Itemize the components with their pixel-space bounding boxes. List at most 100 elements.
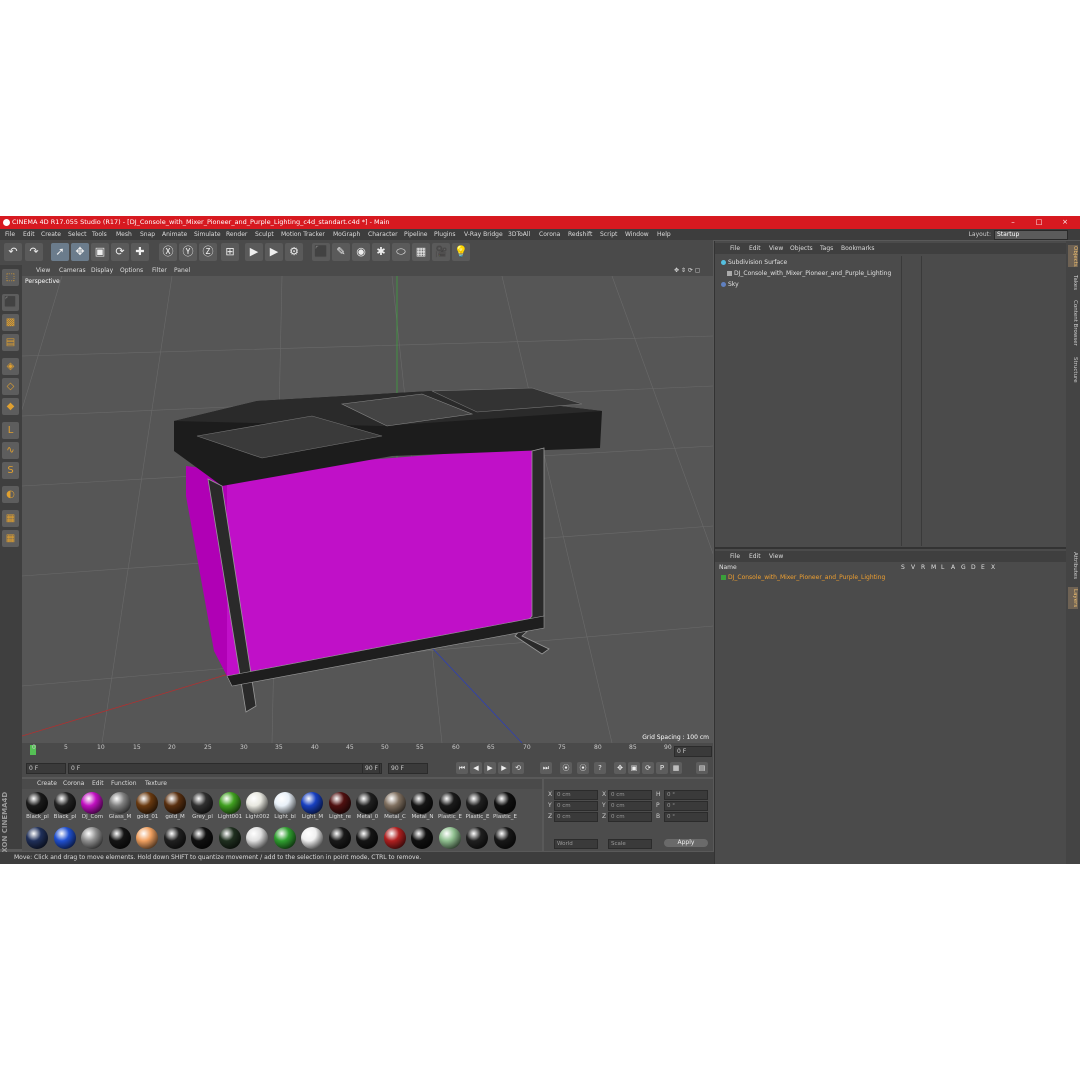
y-axis-icon[interactable]: Ⓨ (179, 243, 197, 261)
z-axis-icon[interactable]: Ⓩ (199, 243, 217, 261)
key-rotation-icon[interactable]: ⟳ (642, 762, 654, 774)
layer-menu-view[interactable]: View (769, 551, 783, 562)
redo-icon[interactable]: ↷ (25, 243, 43, 261)
floor-icon[interactable]: ▦ (412, 243, 430, 261)
size-z-field[interactable]: 0 cm (608, 812, 652, 822)
cube-icon[interactable]: ⬛ (312, 243, 330, 261)
workplane-icon[interactable]: ▤ (2, 334, 19, 351)
camera-icon[interactable]: 🎥 (432, 243, 450, 261)
menu-redshift[interactable]: Redshift (568, 229, 592, 240)
maximize-icon[interactable]: □ (1028, 216, 1050, 229)
material-swatch[interactable]: Light_re (327, 791, 354, 824)
obj-menu-objects[interactable]: Objects (790, 243, 813, 254)
preview-range-slider[interactable]: 0 F (68, 763, 382, 774)
key-param-icon[interactable]: P (656, 762, 668, 774)
record-keys-icon[interactable]: ⦿ (560, 762, 572, 774)
material-swatch[interactable]: Light002 (244, 791, 271, 824)
material-swatch[interactable]: Metal_0 (354, 791, 381, 824)
menu-tools[interactable]: Tools (92, 229, 107, 240)
menu-plugins[interactable]: Plugins (434, 229, 456, 240)
menu-render[interactable]: Render (226, 229, 247, 240)
polygons-mode-icon[interactable]: ◆ (2, 398, 19, 415)
workplane-lock-icon[interactable]: ▦ (2, 510, 19, 527)
menu-motion-tracker[interactable]: Motion Tracker (281, 229, 325, 240)
obj-menu-bookmarks[interactable]: Bookmarks (841, 243, 875, 254)
edges-mode-icon[interactable]: ◇ (2, 378, 19, 395)
tweak-mode-icon[interactable]: ∿ (2, 442, 19, 459)
material-swatch[interactable]: Light_M (299, 791, 326, 824)
undo-icon[interactable]: ↶ (4, 243, 22, 261)
material-swatch[interactable]: Plastic_E (492, 791, 519, 824)
material-swatch[interactable]: Grey_pl (189, 791, 216, 824)
minimize-icon[interactable]: – (1002, 216, 1024, 229)
tab-attributes[interactable]: Attributes (1068, 549, 1078, 583)
tab-structure[interactable]: Structure (1068, 353, 1078, 387)
menu-snap[interactable]: Snap (140, 229, 155, 240)
material-swatch[interactable]: Glass_M (107, 791, 134, 824)
start-frame-field[interactable]: 0 F (26, 763, 66, 774)
size-x-field[interactable]: 0 cm (608, 790, 652, 800)
rotation-h-field[interactable]: 0 ° (664, 790, 708, 800)
viewport-menu-panel[interactable]: Panel (174, 265, 190, 276)
keyframe-selection-icon[interactable]: ? (594, 762, 606, 774)
close-icon[interactable]: × (1054, 216, 1076, 229)
position-x-field[interactable]: 0 cm (554, 790, 598, 800)
object-item-sky[interactable]: Sky (721, 280, 739, 290)
auto-key-icon[interactable]: ⦿ (577, 762, 589, 774)
menu-mesh[interactable]: Mesh (116, 229, 132, 240)
texture-mode-icon[interactable]: ▩ (2, 314, 19, 331)
apply-button[interactable]: Apply (664, 839, 708, 847)
play-icon[interactable]: ▶ (484, 762, 496, 774)
viewport-menu-view[interactable]: View (36, 265, 50, 276)
object-item-subdivision[interactable]: Subdivision Surface (721, 258, 787, 268)
key-pla-icon[interactable]: ▦ (670, 762, 682, 774)
menu-animate[interactable]: Animate (162, 229, 187, 240)
deformer-icon[interactable]: ⬭ (392, 243, 410, 261)
coord-mode-scale-dropdown[interactable]: Scale (608, 839, 652, 849)
rotate-icon[interactable]: ⟳ (111, 243, 129, 261)
mat-menu-create[interactable]: Create (37, 779, 57, 789)
last-tool-icon[interactable]: ✚ (131, 243, 149, 261)
layout-dropdown[interactable]: Startup (994, 230, 1068, 240)
material-swatch[interactable]: gold_01 (134, 791, 161, 824)
key-scale-icon[interactable]: ▣ (628, 762, 640, 774)
make-editable-icon[interactable]: ⬚ (2, 269, 19, 286)
material-swatch[interactable]: Light_bl (272, 791, 299, 824)
menu-window[interactable]: Window (625, 229, 649, 240)
timeline-ruler[interactable]: 0 5 10 15 20 25 30 35 40 45 50 55 60 65 … (22, 743, 713, 759)
viewport-menu-cameras[interactable]: Cameras (59, 265, 86, 276)
size-y-field[interactable]: 0 cm (608, 801, 652, 811)
material-swatch[interactable]: Metal_N (409, 791, 436, 824)
grid-snap-icon[interactable]: ▦ (2, 530, 19, 547)
light-icon[interactable]: 💡 (452, 243, 470, 261)
layout-selector[interactable]: Layout: Startup (969, 230, 1068, 240)
menu-sculpt[interactable]: Sculpt (255, 229, 274, 240)
timeline-window-icon[interactable]: ▤ (696, 762, 708, 774)
obj-menu-tags[interactable]: Tags (820, 243, 833, 254)
menu-mograph[interactable]: MoGraph (333, 229, 360, 240)
mat-menu-function[interactable]: Function (111, 779, 137, 789)
menu-create[interactable]: Create (41, 229, 61, 240)
mat-menu-edit[interactable]: Edit (92, 779, 104, 789)
mat-menu-corona[interactable]: Corona (63, 779, 84, 789)
key-position-icon[interactable]: ✥ (614, 762, 626, 774)
end-frame-field[interactable]: 90 F (388, 763, 428, 774)
obj-menu-edit[interactable]: Edit (749, 243, 761, 254)
menu-edit[interactable]: Edit (23, 229, 35, 240)
material-swatch[interactable]: Plastic_E (437, 791, 464, 824)
subdivision-icon[interactable]: ◉ (352, 243, 370, 261)
rotation-p-field[interactable]: 0 ° (664, 801, 708, 811)
material-swatch[interactable]: Black_pl (52, 791, 79, 824)
timeline-frame-display[interactable]: 0 F (674, 746, 712, 757)
layer-item[interactable]: DJ_Console_with_Mixer_Pioneer_and_Purple… (721, 573, 885, 583)
array-icon[interactable]: ✱ (372, 243, 390, 261)
material-swatch[interactable]: Light001 (217, 791, 244, 824)
menu-pipeline[interactable]: Pipeline (404, 229, 427, 240)
viewport-menu-filter[interactable]: Filter (152, 265, 167, 276)
model-mode-icon[interactable]: ⬛ (2, 294, 19, 311)
snap-icon[interactable]: S (2, 462, 19, 479)
preview-end-field[interactable]: 90 F (362, 763, 380, 774)
obj-menu-view[interactable]: View (769, 243, 783, 254)
material-swatch[interactable]: Plastic_E (464, 791, 491, 824)
next-key-icon[interactable]: ▶ (498, 762, 510, 774)
